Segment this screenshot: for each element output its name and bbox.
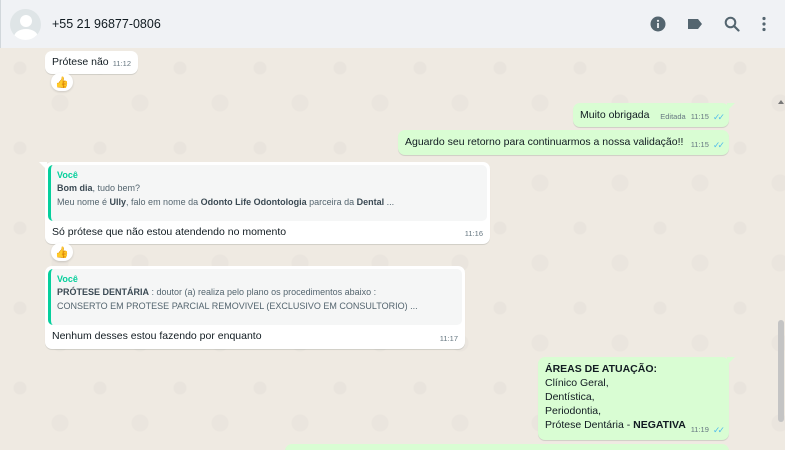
quote-author: Você (57, 274, 78, 284)
message-time: 11:16 (464, 229, 483, 238)
message-text: Só prótese que não estou atendendo no mo… (52, 226, 287, 238)
message-bubble[interactable] (285, 444, 729, 450)
message-bubble[interactable]: Você Bom dia, tudo bem? Meu nome é Ully,… (39, 162, 490, 244)
contact-name[interactable]: +55 21 96877-0806 (52, 17, 161, 31)
message-time: 11:15 (690, 140, 709, 149)
message-meta: 11:15 ✓✓ (690, 138, 725, 152)
edited-label: Editada (660, 112, 686, 121)
message-meta: 11:12 (113, 57, 131, 71)
message-text: Prótese não (52, 56, 109, 68)
quoted-message[interactable]: Você PRÓTESE DENTÁRIA : doutor (a) reali… (48, 269, 462, 325)
chat-header: +55 21 96877-0806 (0, 0, 785, 48)
message-bubble[interactable]: Muito obrigada Editada 11:15 ✓✓ (573, 103, 735, 127)
message-line: Dentística, (545, 391, 595, 403)
message-text: Nenhum desses estou fazendo por enquanto (52, 330, 262, 342)
scroll-up-arrow[interactable] (778, 100, 784, 104)
reaction-badge[interactable]: 👍 (51, 243, 73, 261)
message-text: Aguardo seu retorno para continuarmos a … (405, 136, 684, 148)
scrollbar-thumb[interactable] (778, 320, 784, 422)
quote-author: Você (57, 170, 78, 180)
message-meta: 11:17 (440, 332, 458, 346)
read-ticks-icon: ✓✓ (712, 140, 725, 150)
quote-line: CONSERTO EM PROTESE PARCIAL REMOVIVEL (E… (57, 301, 418, 311)
quote-line: Bom dia, tudo bem? (57, 183, 141, 193)
message-time: 11:17 (439, 334, 458, 343)
message-bubble[interactable]: Prótese não 11:12 (45, 51, 138, 74)
message-time: 11:12 (112, 59, 131, 68)
message-title: ÁREAS DE ATUAÇÃO: (545, 363, 657, 375)
message-bubble[interactable]: ÁREAS DE ATUAÇÃO: Clínico Geral, Dentíst… (538, 357, 735, 440)
message-bubble[interactable]: Você PRÓTESE DENTÁRIA : doutor (a) reali… (45, 266, 465, 349)
message-meta: Editada 11:15 ✓✓ (660, 110, 725, 124)
message-list[interactable]: Prótese não 11:12 👍 Muito obrigada Edita… (0, 48, 785, 450)
read-ticks-icon: ✓✓ (712, 425, 725, 435)
message-time: 11:15 (690, 112, 709, 121)
contact-avatar[interactable] (10, 8, 41, 40)
message-meta: 11:19 ✓✓ (690, 423, 725, 437)
message-line: Prótese Dentária - NEGATIVA (545, 419, 686, 431)
quoted-message[interactable]: Você Bom dia, tudo bem? Meu nome é Ully,… (48, 165, 487, 221)
menu-icon[interactable] (761, 16, 767, 32)
message-line: Periodontia, (545, 405, 602, 417)
quote-line: Meu nome é Ully, falo em nome da Odonto … (57, 197, 395, 207)
message-time: 11:19 (690, 425, 709, 434)
info-icon[interactable] (650, 16, 666, 32)
header-actions (650, 16, 767, 32)
label-icon[interactable] (687, 18, 703, 30)
read-ticks-icon: ✓✓ (712, 112, 725, 122)
message-line: Clínico Geral, (545, 377, 609, 389)
search-icon[interactable] (724, 16, 740, 32)
quote-line: PRÓTESE DENTÁRIA : doutor (a) realiza pe… (57, 287, 377, 297)
message-bubble[interactable]: Aguardo seu retorno para continuarmos a … (398, 130, 729, 155)
message-text: Muito obrigada (580, 109, 650, 121)
reaction-badge[interactable]: 👍 (51, 73, 73, 91)
message-meta: 11:16 (465, 227, 483, 241)
